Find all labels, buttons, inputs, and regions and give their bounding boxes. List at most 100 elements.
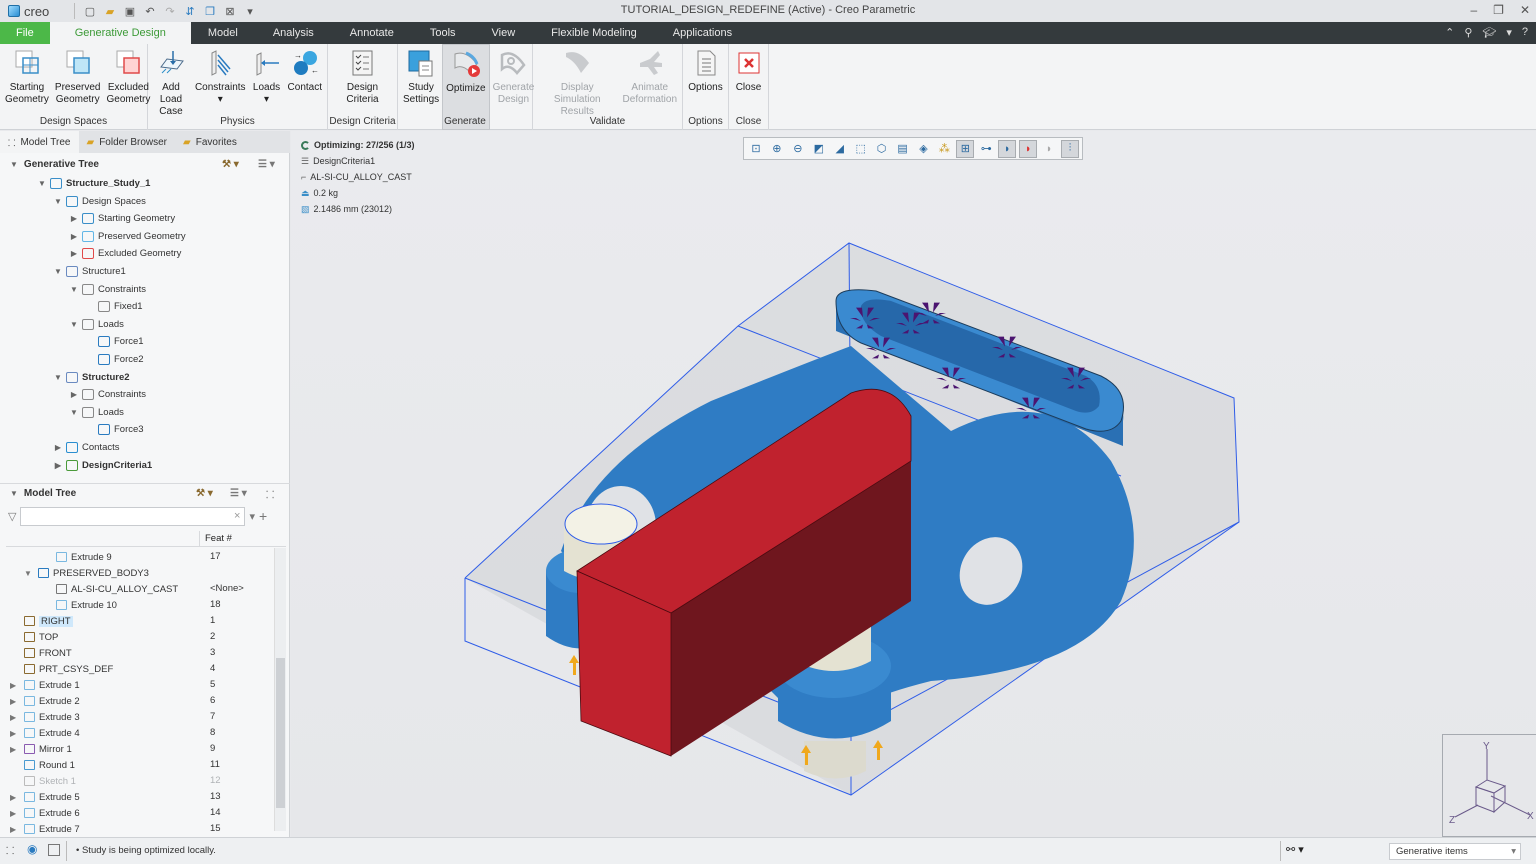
- collapse-icon[interactable]: ▼: [10, 160, 18, 169]
- search-icon[interactable]: ⚲: [1464, 26, 1472, 39]
- generative-tree-node[interactable]: ▼ Structure2: [54, 369, 130, 386]
- model-tree-row[interactable]: Sketch 1 12: [0, 773, 276, 789]
- collapse-icon[interactable]: ▼: [70, 320, 78, 329]
- generative-tree-node[interactable]: ▼ Structure_Study_1: [38, 175, 150, 192]
- redo-icon[interactable]: ↷: [163, 5, 177, 18]
- generative-tree-node[interactable]: ▼ Structure1: [54, 263, 126, 280]
- tree-columns-icon[interactable]: ☰ ▾: [230, 488, 247, 499]
- help-dropdown-icon[interactable]: ▾: [1506, 26, 1512, 39]
- learning-icon[interactable]: 🎓︎: [1482, 26, 1496, 39]
- customize-icon[interactable]: ▾: [243, 5, 257, 18]
- full-screen-icon[interactable]: [48, 844, 60, 856]
- model-tree-row[interactable]: PRT_CSYS_DEF 4: [0, 661, 276, 677]
- generative-tree-node[interactable]: Force2: [86, 351, 144, 368]
- expand-icon[interactable]: ▶: [54, 443, 62, 452]
- model-tree-row[interactable]: ▶ Extrude 6 14: [0, 805, 276, 821]
- model-tree-row[interactable]: ▶ Mirror 19: [0, 741, 276, 757]
- tab-model[interactable]: Model: [191, 22, 255, 44]
- clear-icon[interactable]: ×: [234, 510, 240, 522]
- minimize-button[interactable]: –: [1470, 3, 1477, 17]
- generative-tree-node[interactable]: ▶ DesignCriteria1: [54, 457, 152, 474]
- model-tree-header[interactable]: ▼ Model Tree ⚒ ▾ ☰ ▾ ⸬: [0, 483, 290, 503]
- tab-favorites[interactable]: ▰ Favorites: [175, 131, 245, 153]
- close-button[interactable]: ✕: [1520, 3, 1530, 17]
- expand-icon[interactable]: ▶: [70, 390, 78, 399]
- model-tree-row[interactable]: Round 1 11: [0, 757, 276, 773]
- collapse-icon[interactable]: ▼: [38, 179, 46, 188]
- generative-tree-node[interactable]: Force1: [86, 333, 144, 350]
- tab-flexible-modeling[interactable]: Flexible Modeling: [533, 22, 655, 44]
- windows-icon[interactable]: ❐: [203, 5, 217, 18]
- model-tree-row[interactable]: TOP 2: [0, 629, 276, 645]
- model-tree-row[interactable]: Extrude 10 18: [0, 597, 276, 613]
- collapse-icon[interactable]: ▼: [10, 489, 18, 498]
- browser-toggle-icon[interactable]: ◉: [27, 842, 37, 856]
- expand-icon[interactable]: ▶: [10, 793, 20, 802]
- model-tree-row[interactable]: ▶ Extrude 26: [0, 693, 276, 709]
- close-window-icon[interactable]: ⊠: [223, 5, 237, 18]
- collapse-icon[interactable]: ▼: [70, 285, 78, 294]
- tree-settings-icon[interactable]: ⚒ ▾: [196, 488, 213, 499]
- collapse-icon[interactable]: ▼: [54, 267, 62, 276]
- expand-icon[interactable]: ▶: [54, 461, 62, 470]
- model-graphics[interactable]: [291, 131, 1536, 837]
- expand-icon[interactable]: ▶: [70, 214, 78, 223]
- find-icon[interactable]: ⚯ ▾: [1286, 843, 1304, 856]
- tree-settings-icon[interactable]: ⚒ ▾: [222, 159, 239, 170]
- generative-tree-node[interactable]: ▼ Loads: [70, 404, 124, 421]
- feat-number-column[interactable]: Feat #: [205, 533, 232, 544]
- expand-icon[interactable]: ▶: [10, 729, 20, 738]
- tree-columns-icon[interactable]: ☰ ▾: [258, 159, 275, 170]
- tab-tools[interactable]: Tools: [412, 22, 474, 44]
- tab-generative-design[interactable]: Generative Design: [49, 22, 191, 44]
- expand-icon[interactable]: ▶: [10, 745, 20, 754]
- model-tree-search-input[interactable]: ×: [20, 506, 246, 526]
- model-tree-row[interactable]: ▶ Extrude 7 15: [0, 821, 276, 837]
- collapse-icon[interactable]: ▼: [24, 569, 34, 578]
- minimize-ribbon-icon[interactable]: ⌃: [1445, 26, 1454, 39]
- tab-annotate[interactable]: Annotate: [332, 22, 412, 44]
- model-tree-row[interactable]: ▶ Extrude 37: [0, 709, 276, 725]
- model-tree-row[interactable]: Extrude 9 17: [0, 549, 276, 565]
- scroll-thumb[interactable]: [276, 658, 285, 808]
- expand-icon[interactable]: ▶: [10, 713, 20, 722]
- tab-analysis[interactable]: Analysis: [255, 22, 332, 44]
- model-tree-row[interactable]: RIGHT 1: [0, 613, 276, 629]
- tab-applications[interactable]: Applications: [655, 22, 750, 44]
- new-icon[interactable]: ▢: [83, 5, 97, 18]
- expand-icon[interactable]: ▶: [70, 232, 78, 241]
- model-tree-scrollbar[interactable]: [274, 548, 286, 831]
- tree-filter-view-icon[interactable]: ⸬: [266, 487, 274, 501]
- generative-tree-node[interactable]: ▼ Design Spaces: [54, 193, 146, 210]
- tab-view[interactable]: View: [474, 22, 534, 44]
- filter-dropdown-icon[interactable]: ▾: [249, 510, 255, 523]
- help-icon[interactable]: ?: [1522, 26, 1528, 39]
- generative-tree-node[interactable]: ▶ Preserved Geometry: [70, 228, 186, 245]
- generative-tree-node[interactable]: ▶ Constraints: [70, 386, 146, 403]
- model-tree-row[interactable]: ▶ Extrude 48: [0, 725, 276, 741]
- generative-tree-node[interactable]: Force3: [86, 421, 144, 438]
- tab-folder-browser[interactable]: ▰ Folder Browser: [79, 131, 176, 153]
- restore-button[interactable]: ❐: [1493, 3, 1504, 17]
- expand-icon[interactable]: ▶: [70, 249, 78, 258]
- model-tree-row[interactable]: ▶ Extrude 15: [0, 677, 276, 693]
- graphics-viewport[interactable]: Optimizing: 27/256 (1/3) ☰ DesignCriteria…: [291, 131, 1536, 837]
- generative-tree-node[interactable]: ▶ Excluded Geometry: [70, 245, 181, 262]
- add-icon[interactable]: +: [259, 508, 267, 524]
- filter-icon[interactable]: ▽: [8, 510, 16, 523]
- model-tree-row[interactable]: FRONT 3: [0, 645, 276, 661]
- model-tree-row[interactable]: ▶ Extrude 5 13: [0, 789, 276, 805]
- tab-file[interactable]: File: [0, 22, 50, 44]
- generative-tree-header[interactable]: ▼ Generative Tree ⚒ ▾ ☰ ▾: [0, 154, 290, 174]
- model-tree-row[interactable]: ▼ PRESERVED_BODY3: [0, 565, 276, 581]
- expand-icon[interactable]: ▶: [10, 825, 20, 834]
- selection-filter-dropdown[interactable]: Generative items ▾: [1389, 843, 1521, 860]
- open-icon[interactable]: ▰: [103, 5, 117, 18]
- collapse-icon[interactable]: ▼: [54, 197, 62, 206]
- collapse-icon[interactable]: ▼: [70, 408, 78, 417]
- generative-tree-node[interactable]: ▶ Contacts: [54, 439, 120, 456]
- tab-model-tree[interactable]: ⸬ Model Tree: [0, 131, 79, 153]
- navigator-toggle-icon[interactable]: ⸬: [6, 843, 14, 857]
- expand-icon[interactable]: ▶: [10, 681, 20, 690]
- model-tree-row[interactable]: AL-SI-CU_ALLOY_CAST <None>: [0, 581, 276, 597]
